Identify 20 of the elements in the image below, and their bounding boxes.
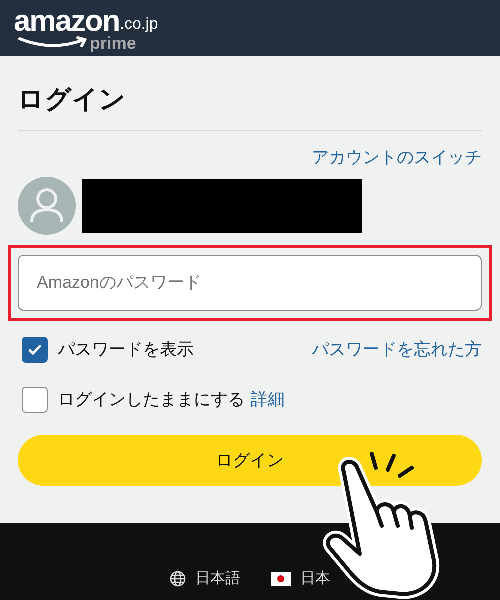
checkbox[interactable] xyxy=(22,387,48,413)
details-link[interactable]: 詳細 xyxy=(251,387,285,413)
forgot-password-link[interactable]: パスワードを忘れた方 xyxy=(312,337,482,363)
logo-sub: prime xyxy=(90,35,136,53)
country-link[interactable]: 日本 xyxy=(300,568,330,590)
smile-arrow-icon xyxy=(18,36,90,50)
logo-wordmark: amazon xyxy=(14,6,120,38)
password-field[interactable]: Amazonのパスワード xyxy=(18,255,482,311)
checkbox-label: パスワードを表示 xyxy=(58,339,194,362)
logo-domain: .co.jp xyxy=(120,15,158,35)
globe-icon xyxy=(170,570,186,587)
amazon-logo[interactable]: amazon.co.jp prime xyxy=(14,6,164,52)
checkbox-label: ログインしたままにする xyxy=(58,389,245,412)
login-button[interactable]: ログイン xyxy=(18,435,482,486)
checkbox[interactable] xyxy=(22,337,48,363)
avatar-icon xyxy=(18,177,76,235)
language-link[interactable]: 日本語 xyxy=(196,568,240,590)
page-title: ログイン xyxy=(18,83,127,116)
flag-icon xyxy=(270,572,290,586)
switch-account-link[interactable]: アカウントのスイッチ xyxy=(312,147,482,169)
